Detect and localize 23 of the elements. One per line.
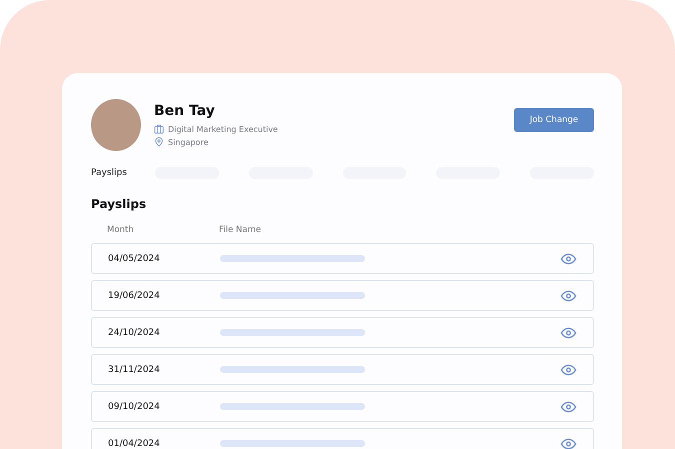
month-cell-text: 24/10/2024 [107,328,161,338]
payslips-tab[interactable]: Payslips [91,168,125,178]
view-eye-icon[interactable] [560,326,577,338]
view-eye-icon[interactable] [560,252,577,264]
location: Singapore [168,138,208,146]
month-cell-text: 09/10/2024 [107,402,161,412]
month-cell-text: 19/06/2024 [107,290,161,300]
job-change-button[interactable]: Job Change [514,108,594,132]
section-title: Payslips [91,197,148,211]
avatar-photo-placeholder [91,99,141,151]
job-title: Digital Marketing Executive [168,124,278,134]
month-cell-text: 31/11/2024 [107,364,161,374]
month-cell-text: 04/05/2024 [107,254,161,264]
column-header: Month [106,225,135,235]
employee-name: Ben Tay [154,103,216,119]
view-eye-icon[interactable] [560,364,577,376]
view-eye-icon[interactable] [560,400,577,412]
briefcase-icon [154,124,164,134]
view-eye-icon[interactable] [560,438,577,449]
location-pin-icon [154,137,164,147]
column-header: File Name [219,225,262,235]
month-cell-text: 01/04/2024 [107,438,161,448]
view-eye-icon[interactable] [560,290,577,302]
